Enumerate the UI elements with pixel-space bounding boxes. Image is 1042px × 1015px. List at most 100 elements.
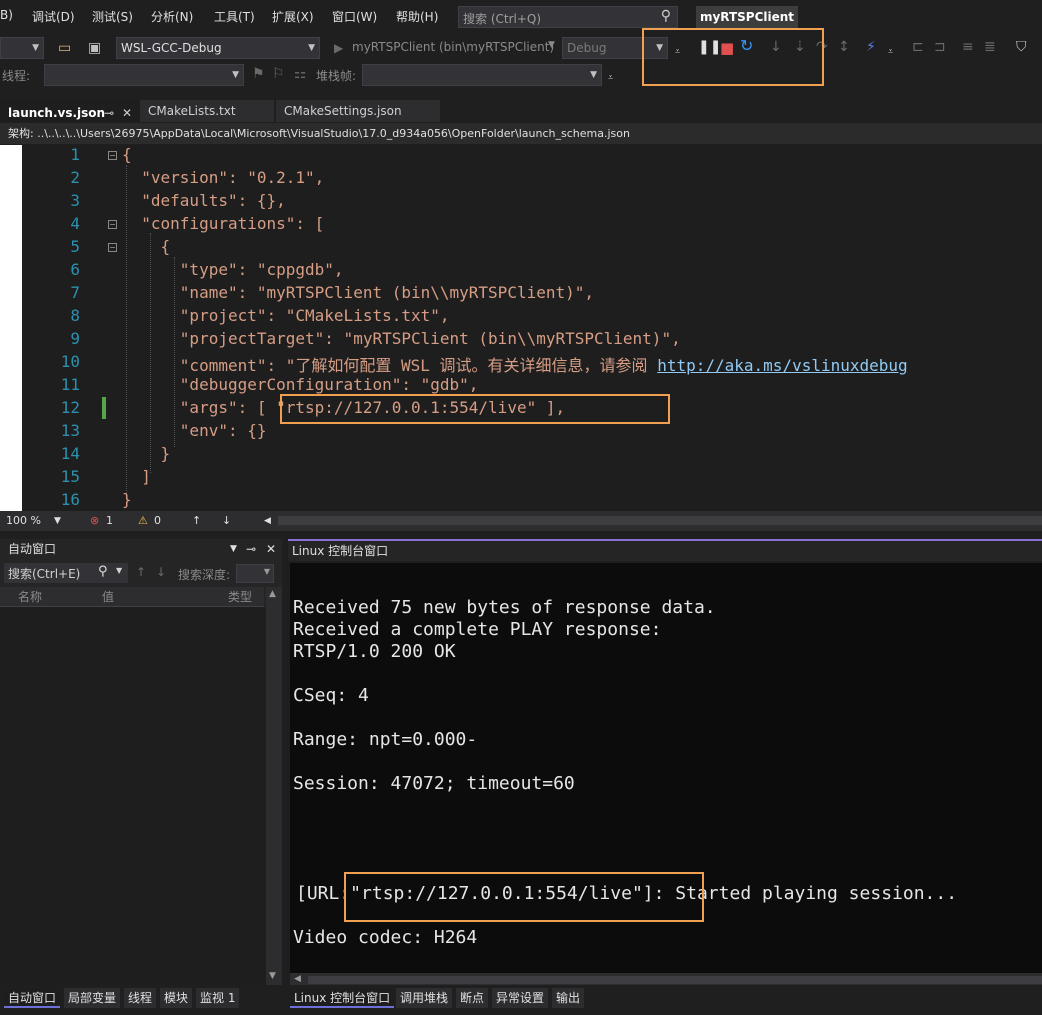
warning-count[interactable]: 0	[154, 511, 161, 531]
code-line: "env": {}	[122, 421, 267, 440]
editor-horizontal-scrollbar[interactable]	[278, 516, 1042, 525]
console-output[interactable]: Received 75 new bytes of response data. …	[290, 563, 1042, 987]
search-next-icon[interactable]: ↓	[156, 565, 166, 579]
tab-call-stack[interactable]: 调用堆栈	[396, 988, 453, 1008]
menu-debug[interactable]: 调试(D)	[32, 8, 75, 25]
fold-toggle-icon[interactable]: −	[108, 151, 117, 160]
stackframe-label: 堆栈帧:	[316, 69, 357, 83]
autos-search-input[interactable]: 搜索(Ctrl+E) ⚲ ▼	[4, 563, 128, 583]
menu-bar: B) 调试(D) 测试(S) 分析(N) 工具(T) 扩展(X) 窗口(W) 帮…	[0, 0, 1042, 34]
autos-vertical-scrollbar[interactable]: ▲ ▼	[266, 587, 282, 985]
thread-dropdown[interactable]: ▼	[44, 64, 244, 86]
code-editor[interactable]: 1 2 3 4 5 6 7 8 9 10 11 12 13 14 15 16 −…	[0, 145, 1042, 511]
close-icon[interactable]: ✕	[122, 102, 132, 124]
prev-issue-icon[interactable]: ↑	[192, 511, 201, 531]
search-icon[interactable]: ⚲	[98, 564, 108, 579]
tab-modules[interactable]: 模块	[160, 988, 193, 1008]
stackframe-dropdown[interactable]: ▼	[362, 64, 602, 86]
tab-breakpoints[interactable]: 断点	[456, 988, 489, 1008]
scroll-thumb[interactable]	[308, 976, 1042, 984]
tab-threads[interactable]: 线程	[124, 988, 157, 1008]
tab-autos[interactable]: 自动窗口	[4, 988, 61, 1008]
search-placeholder: 搜索 (Ctrl+Q)	[463, 12, 542, 26]
scroll-up-icon[interactable]: ▲	[269, 589, 276, 599]
comment-icon[interactable]: ≡	[962, 38, 974, 56]
bookmark-icon[interactable]: ⛉	[1016, 38, 1027, 56]
error-count[interactable]: 1	[106, 511, 113, 531]
column-name[interactable]: 名称	[18, 587, 42, 607]
tab-cmakelists[interactable]: CMakeLists.txt	[140, 100, 274, 122]
diagnostic-icon[interactable]: ⚡	[866, 38, 876, 56]
scroll-left-icon[interactable]: ◀	[294, 974, 301, 984]
zoom-chevron-icon[interactable]: ▼	[54, 511, 61, 531]
line-number: 3	[70, 191, 80, 210]
change-marker	[102, 397, 106, 419]
fold-toggle-icon[interactable]: −	[108, 220, 117, 229]
startup-item[interactable]: myRTSPClient (bin\myRTSPClient)	[352, 40, 554, 54]
overflow-3-icon[interactable]: ⩡	[608, 69, 613, 87]
document-tabs: launch.vs.json ⊸ ✕ CMakeLists.txt CMakeS…	[0, 100, 1042, 122]
comment-link[interactable]: http://aka.ms/vslinuxdebug	[657, 356, 907, 375]
search-options-icon[interactable]: ▼	[116, 566, 122, 575]
toolbar-standard: ▼ ▭ ▣ WSL-GCC-Debug ▼ ▶ myRTSPClient (bin…	[0, 34, 1042, 62]
align-left-icon[interactable]: ⊏	[912, 38, 924, 56]
fold-toggle-icon[interactable]: −	[108, 243, 117, 252]
uncomment-icon[interactable]: ≣	[984, 38, 996, 56]
align-right-icon[interactable]: ⊐	[934, 38, 946, 56]
line-number: 10	[60, 352, 80, 371]
line-number: 2	[70, 168, 80, 187]
zoom-level[interactable]: 100 %	[6, 511, 41, 531]
menu-tools[interactable]: 工具(T)	[214, 8, 255, 25]
start-debug-icon[interactable]: ▶	[334, 39, 343, 57]
panel-splitter[interactable]	[0, 531, 1042, 539]
tab-exception-settings[interactable]: 异常设置	[492, 988, 549, 1008]
console-line: Session: 47072; timeout=60	[293, 773, 575, 794]
platform-dropdown[interactable]: ▼	[0, 37, 44, 59]
code-line: }	[122, 444, 171, 463]
open-folder-icon[interactable]: ▭	[58, 39, 71, 57]
code-line: "projectTarget": "myRTSPClient (bin\\myR…	[122, 329, 681, 348]
scroll-left-icon[interactable]: ◀	[264, 511, 271, 531]
threads-icon[interactable]: ⚏	[294, 65, 307, 83]
code-line: "defaults": {},	[122, 191, 286, 210]
save-icon[interactable]: ▣	[88, 39, 101, 57]
tab-output[interactable]: 输出	[552, 988, 585, 1008]
code-line: "configurations": [	[122, 214, 325, 233]
console-line: Range: npt=0.000-	[293, 729, 478, 750]
menu-help[interactable]: 帮助(H)	[396, 8, 438, 25]
menu-extensions[interactable]: 扩展(X)	[272, 8, 314, 25]
overflow-2-icon[interactable]: ⩡	[888, 43, 893, 61]
next-issue-icon[interactable]: ↓	[222, 511, 231, 531]
tab-cmakesettings[interactable]: CMakeSettings.json	[276, 100, 440, 122]
close-icon[interactable]: ✕	[266, 539, 276, 559]
filter-icon[interactable]: ⚐	[272, 65, 285, 83]
line-number: 14	[60, 444, 80, 463]
search-depth-label: 搜索深度:	[178, 568, 231, 582]
configuration-dropdown[interactable]: WSL-GCC-Debug ▼	[116, 37, 320, 59]
pin-icon[interactable]: ⊸	[246, 539, 256, 559]
menu-build[interactable]: B)	[0, 8, 13, 22]
scroll-down-icon[interactable]: ▼	[269, 971, 276, 981]
search-input[interactable]: 搜索 (Ctrl+Q) ⚲	[458, 6, 678, 28]
tab-linux-console[interactable]: Linux 控制台窗口	[290, 988, 395, 1008]
tab-launch-vs-json[interactable]: launch.vs.json ⊸ ✕	[0, 100, 140, 122]
thread-label: 线程:	[2, 69, 31, 83]
code-line: {	[122, 145, 132, 164]
toolbar-debug-location: 线程: ▼ ⚑ ⚐ ⚏ 堆栈帧: ▼ ⩡	[0, 62, 1042, 88]
pin-icon[interactable]: ⊸	[104, 102, 114, 124]
startup-chevron-icon[interactable]: ▼	[548, 40, 555, 50]
column-type[interactable]: 类型	[228, 587, 252, 607]
column-value[interactable]: 值	[102, 587, 114, 607]
menu-analyze[interactable]: 分析(N)	[151, 8, 193, 25]
step-back-icon[interactable]: ↕	[838, 38, 850, 56]
tab-locals[interactable]: 局部变量	[64, 988, 121, 1008]
panel-menu-icon[interactable]: ▼	[230, 539, 237, 559]
search-prev-icon[interactable]: ↑	[136, 565, 146, 579]
flag-icon[interactable]: ⚑	[252, 65, 265, 83]
line-number: 8	[70, 306, 80, 325]
menu-window[interactable]: 窗口(W)	[332, 8, 377, 25]
warning-icon: ⚠	[138, 514, 148, 527]
menu-test[interactable]: 测试(S)	[92, 8, 133, 25]
search-depth-dropdown[interactable]: ▼	[236, 564, 274, 583]
tab-watch-1[interactable]: 监视 1	[196, 988, 240, 1008]
